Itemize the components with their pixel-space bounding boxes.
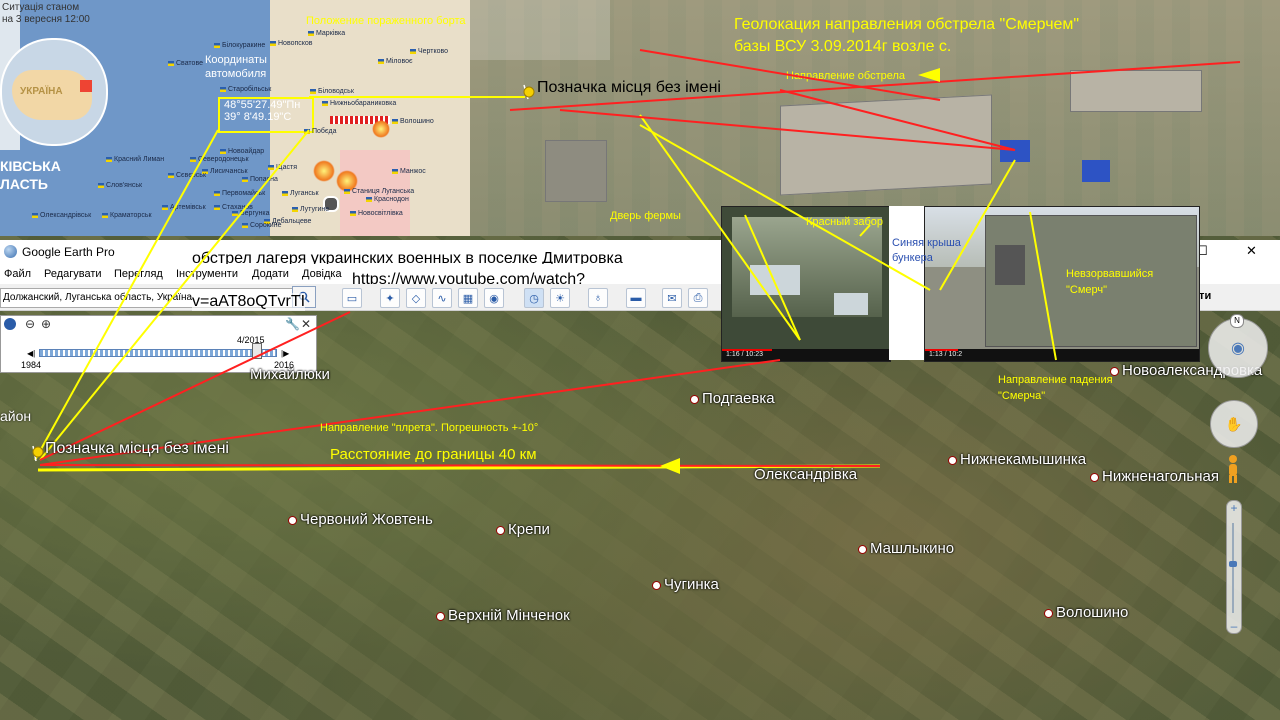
main-placemark-label: Позначка місця без імені (45, 440, 229, 457)
place-label: Подгаевка (690, 390, 775, 407)
place-marker (858, 544, 867, 554)
place-marker (288, 515, 297, 525)
zoom-in-icon[interactable]: + (1227, 501, 1241, 515)
place-marker (1110, 366, 1119, 376)
zoom-out-icon[interactable]: – (1227, 619, 1241, 633)
place-marker (436, 611, 445, 621)
pegman-icon[interactable] (1226, 454, 1240, 484)
eye-icon: ◉ (1231, 340, 1245, 357)
place-label: Чугинка (652, 576, 719, 593)
place-label: Червоний Жовтень (288, 511, 433, 528)
placemark-icon[interactable] (30, 444, 44, 462)
hand-icon: ✋ (1225, 415, 1243, 432)
place-label: Машлыкино (858, 540, 954, 557)
move-control[interactable]: ✋ (1210, 400, 1258, 448)
compass-icon[interactable]: N (1230, 314, 1244, 328)
place-label: Нижнекамышинка (948, 451, 1086, 468)
zoom-slider[interactable]: + – (1226, 500, 1242, 634)
place-label: Верхній Мінченок (436, 607, 570, 624)
place-label: Волошино (1044, 604, 1128, 621)
place-label: Олександрівка (754, 466, 858, 483)
distance-label: Расстояние до границы 40 км (330, 446, 537, 463)
zoom-track (1232, 523, 1234, 613)
place-marker (1090, 472, 1099, 482)
place-marker (496, 525, 505, 535)
place-marker (1044, 608, 1053, 618)
volley-direction-label: Направление "плрета". Погрешность +-10° (320, 422, 539, 434)
zoom-knob[interactable] (1229, 561, 1237, 567)
left-edge-label: айон (0, 408, 32, 424)
place-marker (948, 455, 957, 465)
place-label: Михайлюки (250, 366, 330, 383)
place-marker (690, 394, 699, 404)
place-label: Нижненагольная (1090, 468, 1219, 485)
place-marker (652, 580, 661, 590)
place-label: Крепи (496, 521, 550, 538)
